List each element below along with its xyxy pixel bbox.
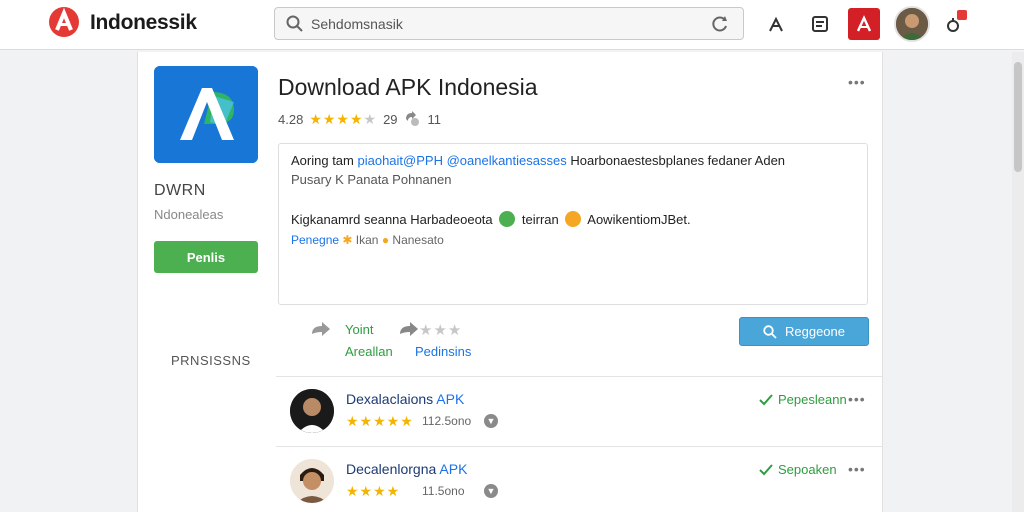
review-size: 112.5ono [422,414,472,428]
action-2-sublabel[interactable]: Pedinsins [415,344,471,359]
description-link[interactable]: piaohait@PPH @oanelkantiesasses [358,153,567,168]
scrollbar[interactable] [1012,52,1024,512]
developer-name[interactable]: DWRN [154,182,206,200]
store-icon[interactable] [804,8,836,40]
app-title: Download APK Indonesia [278,74,538,100]
review-name[interactable]: Decalenlorgna APK [346,461,467,477]
leaf-emoji-icon [499,211,516,227]
app-detail-card: DWRN Ndonealeas Penlis PRNSISSNS Downloa… [137,52,883,512]
more-options-icon[interactable]: ••• [848,74,866,90]
search-icon [763,324,777,339]
app-icon [154,66,258,163]
review-size: 11.5ono [422,484,465,498]
app-meta: 4.28 ★★★★★ 29 11 [278,110,441,128]
chevron-down-icon[interactable]: ▼ [484,484,498,498]
search-input[interactable] [311,13,691,35]
permissions-link[interactable]: PRNSISSNS [171,353,251,368]
notification-badge [957,10,967,20]
list-item[interactable]: Dexalaclaions APK ★★★★★ 112.5ono ▼ Pepes… [276,377,882,447]
avatar[interactable] [290,459,334,503]
search-bar[interactable] [274,7,744,40]
download-icon [405,111,419,126]
adobe-icon[interactable] [848,8,880,40]
description-line-4: Penegne ✱ Ikan ● Nanesato [291,233,444,247]
description-line-1: Aoring tam piaohait@PPH @oanelkantiesass… [291,153,786,168]
description-line-2: Pusary K Panata Pohnanen [291,172,452,187]
app-logo-icon[interactable] [48,6,80,38]
more-options-icon[interactable]: ••• [848,461,866,477]
install-button[interactable]: Penlis [154,241,258,273]
reply-icon[interactable] [310,322,332,338]
review-name[interactable]: Dexalaclaions APK [346,391,464,407]
rating-stars: ★★★★★ [309,110,378,127]
developer-subtitle: Ndonealeas [154,207,224,222]
brand-name[interactable]: Indonessik [90,11,197,35]
smile-emoji-icon [565,211,582,227]
version-value: 29 [383,111,398,127]
user-avatar[interactable] [894,6,930,42]
check-icon [759,393,773,405]
review-stars: ★★★★ [346,483,401,499]
search-icon [286,15,303,32]
scrollbar-thumb[interactable] [1014,62,1022,172]
share-icon[interactable] [760,8,792,40]
status-badge: Sepoaken [759,462,837,477]
action-1-label[interactable]: Yoint [345,322,373,337]
action-rating-stars[interactable]: ★★★ [419,321,462,339]
review-stars: ★★★★★ [346,413,414,429]
refresh-icon[interactable] [711,15,729,33]
more-options-icon[interactable]: ••• [848,391,866,407]
check-icon [759,463,773,475]
action-1-sublabel[interactable]: Areallan [345,344,393,359]
chevron-down-icon[interactable]: ▼ [484,414,498,428]
forward-icon[interactable] [398,322,420,338]
share-button[interactable]: Reggeone [739,317,869,346]
size-value: 11 [427,111,442,127]
list-item[interactable]: Decalenlorgna APK ★★★★ 11.5ono ▼ Sepoake… [276,447,882,512]
rating-value: 4.28 [278,111,304,127]
description-line-3: Kigkanamrd seanna Harbadeoeota teirran A… [291,211,691,227]
status-badge: Pepesleann [759,392,847,407]
avatar[interactable] [290,389,334,433]
top-bar: Indonessik [0,0,1024,50]
description-box: Aoring tam piaohait@PPH @oanelkantiesass… [278,143,868,305]
